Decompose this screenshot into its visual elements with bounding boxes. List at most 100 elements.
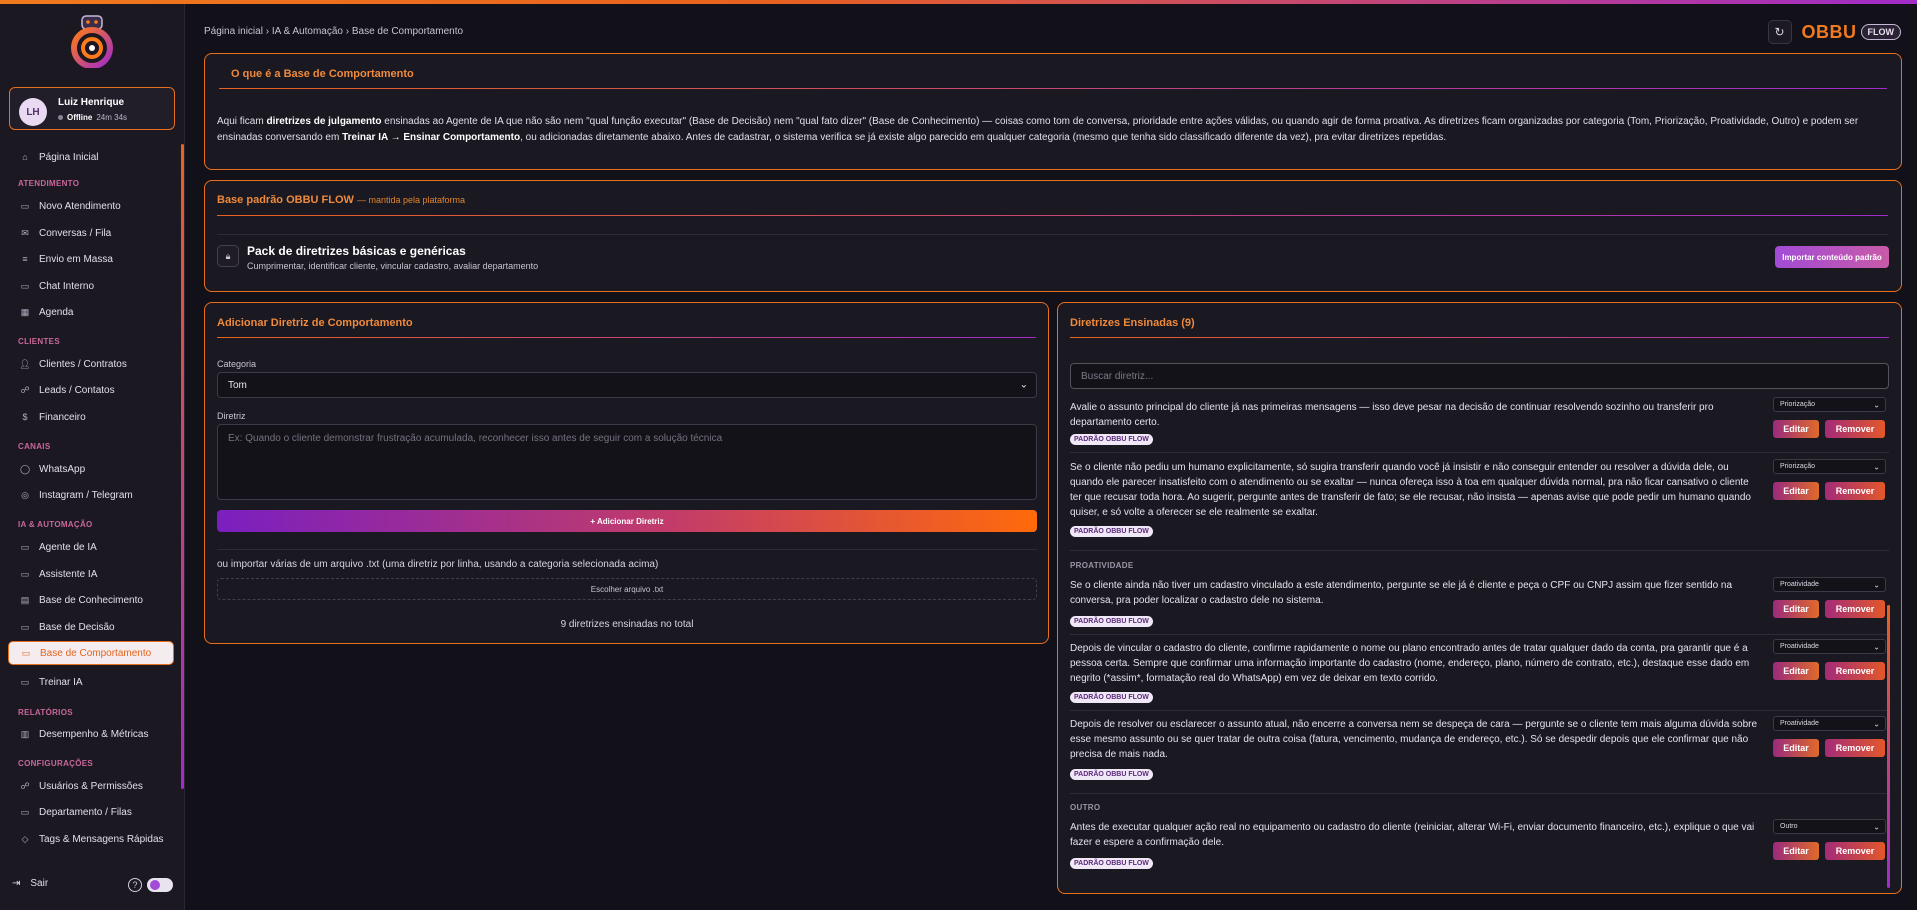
sidebar-item-clientes[interactable]: 👤︎ Clientes / Contratos	[8, 352, 174, 376]
sidebar-item-label: Conversas / Fila	[39, 227, 112, 239]
remove-button[interactable]: Remover	[1825, 600, 1885, 618]
rule-category-select[interactable]: Proatividade ⌄	[1773, 639, 1886, 654]
rule-text: Avalie o assunto principal do cliente já…	[1070, 402, 1714, 428]
sidebar-item-leads[interactable]: ☍ Leads / Contatos	[8, 378, 174, 402]
sidebar-item-agente[interactable]: ▭ Agente de IA	[8, 535, 174, 559]
edit-button[interactable]: Editar	[1773, 739, 1819, 757]
diretriz-textarea[interactable]: Ex: Quando o cliente demonstrar frustraç…	[217, 424, 1037, 500]
sidebar-item-desempenho[interactable]: ▥ Desempenho & Métricas	[8, 722, 174, 746]
intro-paragraph: Aqui ficam diretrizes de julgamento ensi…	[217, 116, 1859, 143]
rule-category-select[interactable]: Outro ⌄	[1773, 819, 1886, 834]
train-icon: ▭	[20, 676, 30, 687]
intro-title: O que é a Base de Comportamento	[231, 68, 414, 80]
list-title-divider	[1070, 337, 1889, 338]
user-card[interactable]: LH Luiz Henrique Offline 24m 34s	[9, 87, 175, 130]
sidebar-item-label: WhatsApp	[39, 463, 86, 475]
refresh-icon: ↻	[1774, 25, 1785, 39]
add-diretriz-card: Adicionar Diretriz de Comportamento Cate…	[204, 302, 1049, 644]
chevron-down-icon: ⌄	[1873, 400, 1880, 409]
rule-divider	[1070, 634, 1889, 635]
default-badge: PADRÃO OBBU FLOW	[1070, 858, 1153, 869]
rule-category-select[interactable]: Priorização ⌄	[1773, 397, 1886, 412]
sidebar-item-home[interactable]: ⌂ Página Inicial	[8, 145, 174, 169]
sidebar-item-label: Agente de IA	[39, 541, 97, 553]
message-icon: ▭	[20, 280, 30, 291]
category-select[interactable]: Tom ⌄	[217, 372, 1037, 398]
logout-label: Sair	[30, 878, 49, 889]
default-badge: PADRÃO OBBU FLOW	[1070, 526, 1153, 537]
sidebar-item-whatsapp[interactable]: ◯ WhatsApp	[8, 457, 174, 481]
sidebar-item-financeiro[interactable]: $ Financeiro	[8, 405, 174, 429]
sidebar-item-tags[interactable]: ◇ Tags & Mensagens Rápidas	[8, 827, 174, 851]
category-label: Categoria	[217, 359, 257, 369]
whatsapp-icon: ◯	[19, 463, 31, 474]
sidebar-item-label: Chat Interno	[39, 280, 95, 292]
folder-icon: ▭	[20, 806, 30, 817]
add-diretriz-button[interactable]: + Adicionar Diretriz	[217, 510, 1037, 532]
refresh-button[interactable]: ↻	[1767, 20, 1792, 44]
sidebar-item-treinar[interactable]: ▭ Treinar IA	[8, 670, 174, 694]
remove-button[interactable]: Remover	[1825, 420, 1885, 438]
search-input[interactable]: Buscar diretriz...	[1070, 363, 1889, 389]
rule-category-select[interactable]: Priorização ⌄	[1773, 459, 1886, 474]
tag-icon: ◇	[21, 833, 29, 844]
sidebar-item-agenda[interactable]: ▦ Agenda	[8, 300, 174, 324]
total-count: 9 diretrizes ensinadas no total	[560, 619, 694, 630]
sidebar-item-conversas[interactable]: ✉ Conversas / Fila	[8, 221, 174, 245]
sidebar-item-decisao[interactable]: ▭ Base de Decisão	[8, 615, 174, 639]
chevron-down-icon: ⌄	[1873, 719, 1880, 728]
theme-toggle[interactable]	[147, 878, 173, 892]
file-upload-button[interactable]: Escolher arquivo .txt	[217, 578, 1037, 600]
pack-subtitle: Cumprimentar, identificar cliente, vincu…	[247, 261, 539, 271]
import-default-button[interactable]: Importar conteúdo padrão	[1775, 246, 1889, 268]
logout-icon: ⇥	[12, 878, 21, 889]
edit-button[interactable]: Editar	[1773, 842, 1819, 860]
default-badge: PADRÃO OBBU FLOW	[1070, 434, 1153, 445]
sidebar-item-label: Novo Atendimento	[39, 200, 121, 212]
intro-card: O que é a Base de Comportamento Aqui fic…	[204, 53, 1902, 170]
remove-button[interactable]: Remover	[1825, 482, 1885, 500]
logout-button[interactable]: ⇥ Sair	[12, 878, 48, 889]
sidebar-item-assistente[interactable]: ▭ Assistente IA	[8, 562, 174, 586]
remove-button[interactable]: Remover	[1825, 662, 1885, 680]
list-scrollbar[interactable]	[1887, 605, 1890, 888]
rule-text: Se o cliente ainda não tiver um cadastro…	[1070, 580, 1733, 606]
sidebar-item-chat[interactable]: ▭ Chat Interno	[8, 274, 174, 298]
user-plus-icon: ☍	[20, 384, 30, 395]
edit-button[interactable]: Editar	[1773, 600, 1819, 618]
default-badge: PADRÃO OBBU FLOW	[1070, 692, 1153, 703]
help-icon[interactable]: ?	[128, 878, 142, 892]
breadcrumb: Página inicial › IA & Automação › Base d…	[204, 26, 464, 37]
pack-title: Pack de diretrizes básicas e genéricas	[247, 244, 466, 258]
inbox-icon: ✉	[21, 227, 29, 238]
sidebar-item-instagram[interactable]: ◎ Instagram / Telegram	[8, 483, 174, 507]
rule-category-select[interactable]: Proatividade ⌄	[1773, 716, 1886, 731]
sidebar-item-usuarios[interactable]: ☍ Usuários & Permissões	[8, 774, 174, 798]
edit-button[interactable]: Editar	[1773, 420, 1819, 438]
edit-button[interactable]: Editar	[1773, 662, 1819, 680]
section-relatorios: RELATÓRIOS	[18, 708, 73, 717]
sidebar-item-label: Página Inicial	[39, 151, 99, 163]
add-diretriz-title: Adicionar Diretriz de Comportamento	[217, 317, 413, 329]
robot-logo-icon[interactable]	[68, 14, 116, 68]
remove-button[interactable]: Remover	[1825, 842, 1885, 860]
pack-divider	[217, 234, 1888, 235]
chevron-down-icon: ⌄	[1019, 379, 1028, 391]
sidebar-item-label: Base de Conhecimento	[39, 594, 143, 606]
rule-category-select[interactable]: Proatividade ⌄	[1773, 577, 1886, 592]
sidebar-item-label: Base de Comportamento	[40, 647, 152, 659]
sidebar-item-departamento[interactable]: ▭ Departamento / Filas	[8, 800, 174, 824]
branch-icon: ▭	[20, 621, 30, 632]
avatar: LH	[19, 98, 47, 126]
base-padrao-title: Base padrão OBBU FLOW — mantida pela pla…	[217, 194, 466, 206]
sidebar-item-comportamento[interactable]: ▭ Base de Comportamento	[8, 641, 174, 665]
instagram-icon: ◎	[21, 489, 29, 500]
sidebar-item-novo-atendimento[interactable]: ▭ Novo Atendimento	[8, 194, 174, 218]
sidebar-item-conhecimento[interactable]: ▤ Base de Conhecimento	[8, 588, 174, 612]
sidebar-scrollbar[interactable]	[181, 144, 184, 789]
default-badge: PADRÃO OBBU FLOW	[1070, 616, 1153, 627]
edit-button[interactable]: Editar	[1773, 482, 1819, 500]
remove-button[interactable]: Remover	[1825, 739, 1885, 757]
rule-text: Se o cliente não pediu um humano explici…	[1070, 462, 1751, 518]
sidebar-item-envio[interactable]: ≡ Envio em Massa	[8, 247, 174, 271]
